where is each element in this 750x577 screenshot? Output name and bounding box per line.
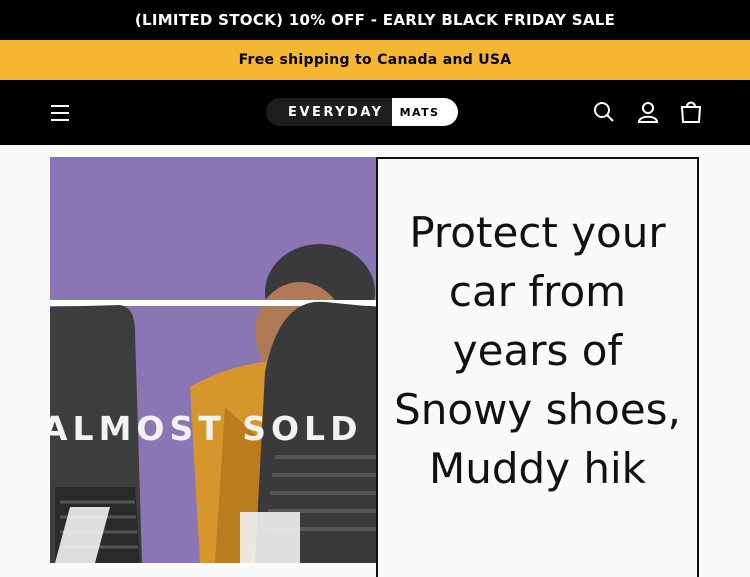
logo-mats: MATS [391,98,458,126]
hero-headline: Protect your car from years of Snowy sho… [394,208,681,493]
account-icon[interactable] [635,99,661,125]
shipping-text: Free shipping to Canada and USA [238,52,512,68]
hero-photo-illustration [50,157,376,563]
shipping-bar: Free shipping to Canada and USA [0,40,750,80]
site-header: EVERYDAY MATS [0,80,750,145]
announcement-bar: (LIMITED STOCK) 10% OFF - EARLY BLACK FR… [0,0,750,40]
search-icon[interactable] [591,99,617,125]
overlay-text: ALMOST SOLD O [50,409,376,448]
logo-everyday: EVERYDAY [266,98,392,126]
announcement-text: (LIMITED STOCK) 10% OFF - EARLY BLACK FR… [134,11,616,29]
menu-icon[interactable] [46,99,74,127]
hero-image: ALMOST SOLD O [50,157,376,563]
logo[interactable]: EVERYDAY MATS [266,98,458,126]
hero-text-panel: Protect your car from years of Snowy sho… [376,157,699,577]
cart-icon[interactable] [678,99,704,125]
